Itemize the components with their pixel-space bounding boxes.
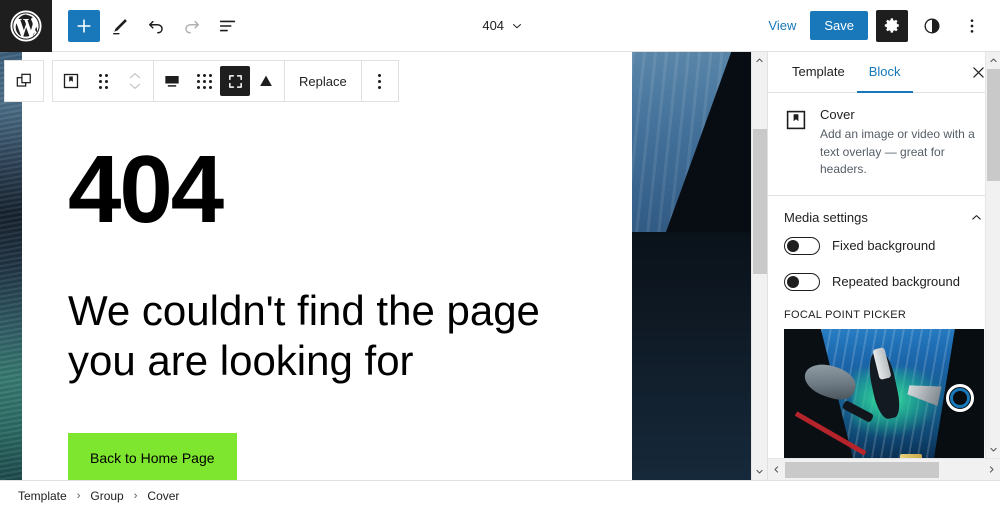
chevron-down-icon[interactable]	[751, 463, 767, 480]
toggle-knob	[787, 239, 799, 252]
editor-header: 404 View Save	[0, 0, 1000, 52]
canvas-vertical-scrollbar[interactable]	[751, 52, 767, 480]
block-type-cover-button[interactable]	[55, 61, 87, 101]
back-to-home-button[interactable]: Back to Home Page	[68, 433, 237, 480]
chevron-up-icon[interactable]	[751, 52, 767, 69]
document-title-dropdown[interactable]: 404	[244, 0, 762, 51]
cover-block-icon	[784, 107, 808, 178]
drag-dots-icon	[98, 73, 108, 89]
breadcrumb-separator: ›	[76, 490, 81, 502]
breadcrumb-template[interactable]: Template	[18, 489, 67, 503]
block-toolbar: Replace	[0, 60, 399, 102]
breadcrumb: Template › Group › Cover	[0, 480, 1000, 511]
content-position-button[interactable]	[188, 61, 220, 101]
tab-template[interactable]: Template	[780, 52, 857, 93]
move-updown-button[interactable]	[119, 61, 151, 101]
block-toolbar-main: Replace	[52, 60, 399, 102]
toolbar-group-block	[53, 61, 154, 101]
nine-dots-position-icon	[196, 73, 212, 89]
scrollbar-thumb[interactable]	[986, 69, 1000, 181]
repeated-background-label: Repeated background	[832, 274, 960, 290]
drag-handle[interactable]	[87, 61, 119, 101]
chevron-up-icon[interactable]	[985, 52, 1000, 69]
overlay-button[interactable]	[250, 61, 282, 101]
scrollbar-track[interactable]	[785, 460, 983, 480]
sidebar-tabs: Template Block	[768, 52, 1000, 94]
align-button[interactable]	[156, 61, 188, 101]
chevron-up-down-icon	[128, 72, 142, 90]
vertical-ellipsis-icon	[378, 73, 382, 89]
chevron-up-icon	[969, 210, 984, 225]
sidebar-vertical-scrollbar[interactable]	[985, 52, 1000, 480]
toggle-knob	[787, 275, 799, 288]
undo-button[interactable]	[140, 10, 172, 42]
focal-point-picker[interactable]	[784, 328, 984, 471]
save-button[interactable]: Save	[810, 11, 868, 40]
toolbar-group-replace: Replace	[285, 61, 362, 101]
chevron-right-icon[interactable]	[983, 460, 1000, 480]
chevron-down-icon[interactable]	[985, 441, 1000, 458]
toggle-repeated-background[interactable]	[784, 272, 820, 291]
scrollbar-thumb[interactable]	[752, 129, 767, 274]
sidebar-scroll-area: Cover Add an image or video with a text …	[768, 93, 1000, 480]
wordpress-logo-icon[interactable]	[0, 0, 52, 52]
wordpress-site-editor: 404 View Save 404 We couldn't find the p…	[0, 0, 1000, 511]
scrollbar-track[interactable]	[751, 69, 767, 463]
header-left-tools	[52, 0, 244, 51]
page-title[interactable]: 404	[68, 142, 586, 238]
sidebar-horizontal-scrollbar[interactable]	[768, 458, 1000, 480]
media-settings-title: Media settings	[784, 209, 868, 225]
editor-canvas: 404 We couldn't find the page you are lo…	[0, 52, 767, 480]
chevron-down-icon	[510, 19, 524, 33]
breadcrumb-group[interactable]: Group	[90, 489, 123, 503]
focal-point-picker-label: Focal point picker	[784, 308, 907, 321]
toolbar-group-options	[362, 61, 398, 101]
redo-button[interactable]	[176, 10, 208, 42]
replace-button[interactable]: Replace	[287, 61, 359, 101]
breadcrumb-cover[interactable]: Cover	[147, 489, 179, 503]
chevron-left-icon[interactable]	[768, 460, 785, 480]
tab-block[interactable]: Block	[856, 52, 913, 94]
fixed-background-label: Fixed background	[832, 238, 936, 254]
block-card-title: Cover	[820, 107, 855, 123]
scrollbar-track[interactable]	[985, 69, 1000, 441]
block-info-card: Cover Add an image or video with a text …	[768, 93, 1000, 196]
block-card-description: Add an image or video with a text overla…	[820, 127, 975, 177]
settings-sidebar: Template Block Cover Add an image or vid…	[767, 52, 1000, 480]
focal-point-marker[interactable]	[946, 384, 974, 413]
select-parent-block-button[interactable]	[4, 60, 44, 102]
toggle-fixed-background[interactable]	[784, 236, 820, 255]
view-link[interactable]: View	[762, 18, 802, 33]
cover-background-photo	[632, 52, 751, 480]
repeated-background-row: Repeated background	[784, 272, 984, 291]
editor-body: 404 We couldn't find the page you are lo…	[0, 52, 1000, 480]
document-title: 404	[482, 18, 505, 33]
cover-inner-content: 404 We couldn't find the page you are lo…	[22, 52, 632, 480]
scrollbar-thumb[interactable]	[785, 461, 940, 478]
fixed-background-row: Fixed background	[784, 236, 984, 255]
cover-block-preview[interactable]: 404 We couldn't find the page you are lo…	[0, 52, 751, 480]
vertical-ellipsis-icon[interactable]	[956, 10, 988, 42]
block-options-button[interactable]	[364, 61, 396, 101]
toolbar-group-layout	[154, 61, 285, 101]
cover-background-left-strip	[0, 52, 22, 480]
error-paragraph[interactable]: We couldn't find the page you are lookin…	[68, 286, 586, 385]
breadcrumb-separator: ›	[133, 490, 138, 502]
gear-icon[interactable]	[876, 9, 908, 42]
edit-tool-button[interactable]	[104, 10, 136, 42]
media-settings-panel-body: Fixed background Repeated background Foc…	[768, 236, 1000, 480]
fullheight-toggle-button[interactable]	[220, 66, 250, 96]
media-settings-panel-header[interactable]: Media settings	[768, 196, 1000, 237]
add-block-button[interactable]	[68, 9, 100, 42]
header-right-tools: View Save	[762, 0, 1000, 51]
contrast-half-circle-icon[interactable]	[916, 10, 948, 42]
list-view-button[interactable]	[212, 10, 244, 42]
